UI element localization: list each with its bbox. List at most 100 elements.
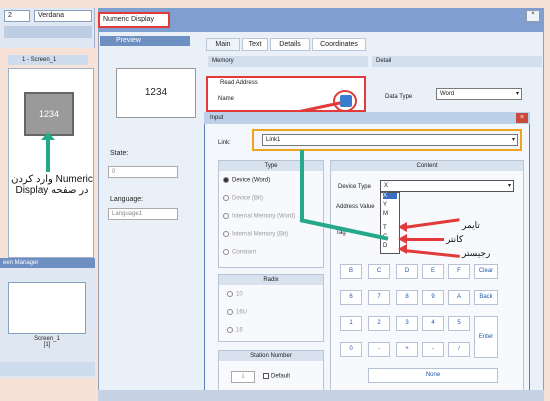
type-option-device-word[interactable]: Device (Word) xyxy=(223,177,270,184)
red-arrow-head-icon xyxy=(398,234,407,244)
link-select[interactable]: Link1 ▾ xyxy=(262,134,518,146)
key-plus[interactable]: + xyxy=(396,342,418,357)
preview-box: 1234 xyxy=(116,68,196,118)
close-icon[interactable]: × xyxy=(526,10,540,22)
key-dash[interactable]: - xyxy=(368,342,390,357)
preview-value: 1234 xyxy=(144,87,168,98)
data-type-label: Data Type xyxy=(385,94,413,100)
language-label: Language: xyxy=(110,196,144,203)
key-a[interactable]: A xyxy=(448,290,470,305)
dropdown-item[interactable]: X xyxy=(383,193,397,199)
device-type-select[interactable]: X ▾ xyxy=(380,180,514,192)
type-group: Type Device (Word) Device (Bit) Internal… xyxy=(218,160,324,268)
font-size-value: 2 xyxy=(8,12,12,19)
numeric-display-widget[interactable]: 1234 xyxy=(24,92,74,136)
thumbnail-label: Screen_1 [1] xyxy=(34,336,60,348)
dialog-title: Numeric Display xyxy=(98,12,170,28)
station-number-input[interactable]: 1 xyxy=(231,371,255,383)
key-2[interactable]: 2 xyxy=(368,316,390,331)
font-name-value: Verdana xyxy=(38,12,65,19)
tab-text[interactable]: Text xyxy=(242,38,268,51)
green-connector-line xyxy=(300,150,304,220)
device-type-label: Device Type xyxy=(338,184,371,190)
annotation-counter: کانتر xyxy=(446,234,464,244)
chevron-down-icon: ▾ xyxy=(511,137,515,143)
default-checkbox[interactable]: Default xyxy=(263,373,290,380)
radio-icon xyxy=(227,309,233,315)
font-size-combo[interactable]: 2 xyxy=(4,10,30,22)
state-label: State: xyxy=(110,150,129,157)
station-group: Station Number 1 Default xyxy=(218,350,324,392)
type-option-internal-bit[interactable]: Internal Memory (Bit) xyxy=(223,231,288,238)
arrow-up-icon xyxy=(41,132,55,172)
font-name-combo[interactable]: Verdana xyxy=(34,10,92,22)
radio-icon xyxy=(227,291,233,297)
tab-main[interactable]: Main xyxy=(206,38,240,51)
key-5[interactable]: 5 xyxy=(448,316,470,331)
key-8[interactable]: 8 xyxy=(396,290,418,305)
key-minus[interactable]: - xyxy=(422,342,444,357)
state-select[interactable]: 0 xyxy=(108,166,178,178)
radix-option-16[interactable]: 16 xyxy=(227,327,243,334)
screen-manager-header: een Manager xyxy=(0,258,95,268)
bottom-toolbar[interactable] xyxy=(0,362,95,376)
device-type-value: X xyxy=(384,183,389,189)
type-option-internal-word[interactable]: Internal Memory (Word) xyxy=(223,213,295,220)
key-1[interactable]: 1 xyxy=(340,316,362,331)
red-arrow-head-icon xyxy=(398,222,407,232)
data-type-select[interactable]: Word ▾ xyxy=(436,88,522,100)
key-e[interactable]: E xyxy=(422,264,444,279)
radix-header: Radix xyxy=(219,275,323,285)
radio-icon xyxy=(227,327,233,333)
radix-group: Radix 10 16U 16 xyxy=(218,274,324,342)
radix-option-10[interactable]: 10 xyxy=(227,291,243,298)
dropdown-item[interactable]: T xyxy=(383,225,387,231)
input-close-icon[interactable]: × xyxy=(516,113,528,123)
key-3[interactable]: 3 xyxy=(396,316,418,331)
radio-icon xyxy=(223,213,229,219)
key-b[interactable]: B xyxy=(340,264,362,279)
key-4[interactable]: 4 xyxy=(422,316,444,331)
state-value: 0 xyxy=(112,169,116,175)
key-7[interactable]: 7 xyxy=(368,290,390,305)
chevron-down-icon: ▾ xyxy=(507,183,511,189)
annotation-register: رجیستر xyxy=(462,248,491,258)
link-value: Link1 xyxy=(266,137,281,143)
browse-address-button[interactable] xyxy=(340,95,352,107)
name-label: Name xyxy=(218,96,235,102)
key-slash[interactable]: / xyxy=(448,342,470,357)
key-9[interactable]: 9 xyxy=(422,290,444,305)
type-option-device-bit[interactable]: Device (Bit) xyxy=(223,195,263,202)
key-d[interactable]: D xyxy=(396,264,418,279)
detail-header: Detail xyxy=(372,56,542,67)
language-select[interactable]: Language1 xyxy=(108,208,178,220)
drawing-tools-row[interactable] xyxy=(4,26,92,38)
language-value: Language1 xyxy=(112,211,143,217)
chevron-down-icon: ▾ xyxy=(515,91,519,97)
enter-button[interactable]: Enter xyxy=(474,316,498,358)
clear-button[interactable]: Clear xyxy=(474,264,498,279)
dialog-footer xyxy=(98,390,544,401)
annotation-insert-numeric-display: وارد کردن Numeric Display در صفحه xyxy=(11,174,93,196)
key-0[interactable]: 0 xyxy=(340,342,362,357)
radix-option-16u[interactable]: 16U xyxy=(227,309,247,316)
screen-tab[interactable]: 1 - Screen_1 xyxy=(8,55,88,65)
key-f[interactable]: F xyxy=(448,264,470,279)
tab-coordinates[interactable]: Coordinates xyxy=(312,38,366,51)
annotation-timer: تایمر xyxy=(462,220,480,230)
key-c[interactable]: C xyxy=(368,264,390,279)
dropdown-item[interactable]: M xyxy=(383,211,388,217)
type-option-constant[interactable]: Constant xyxy=(223,249,256,256)
dropdown-item[interactable]: Y xyxy=(383,202,387,208)
radio-icon xyxy=(223,231,229,237)
key-6[interactable]: 6 xyxy=(340,290,362,305)
preview-header: Preview xyxy=(100,36,190,46)
tab-details[interactable]: Details xyxy=(270,38,310,51)
link-label: Link: xyxy=(218,140,231,146)
back-button[interactable]: Back xyxy=(474,290,498,305)
none-button[interactable]: None xyxy=(368,368,498,383)
data-type-value: Word xyxy=(440,91,455,97)
widget-value: 1234 xyxy=(38,109,60,119)
screen-thumbnail[interactable] xyxy=(8,282,86,334)
dropdown-item[interactable]: D xyxy=(383,243,387,249)
